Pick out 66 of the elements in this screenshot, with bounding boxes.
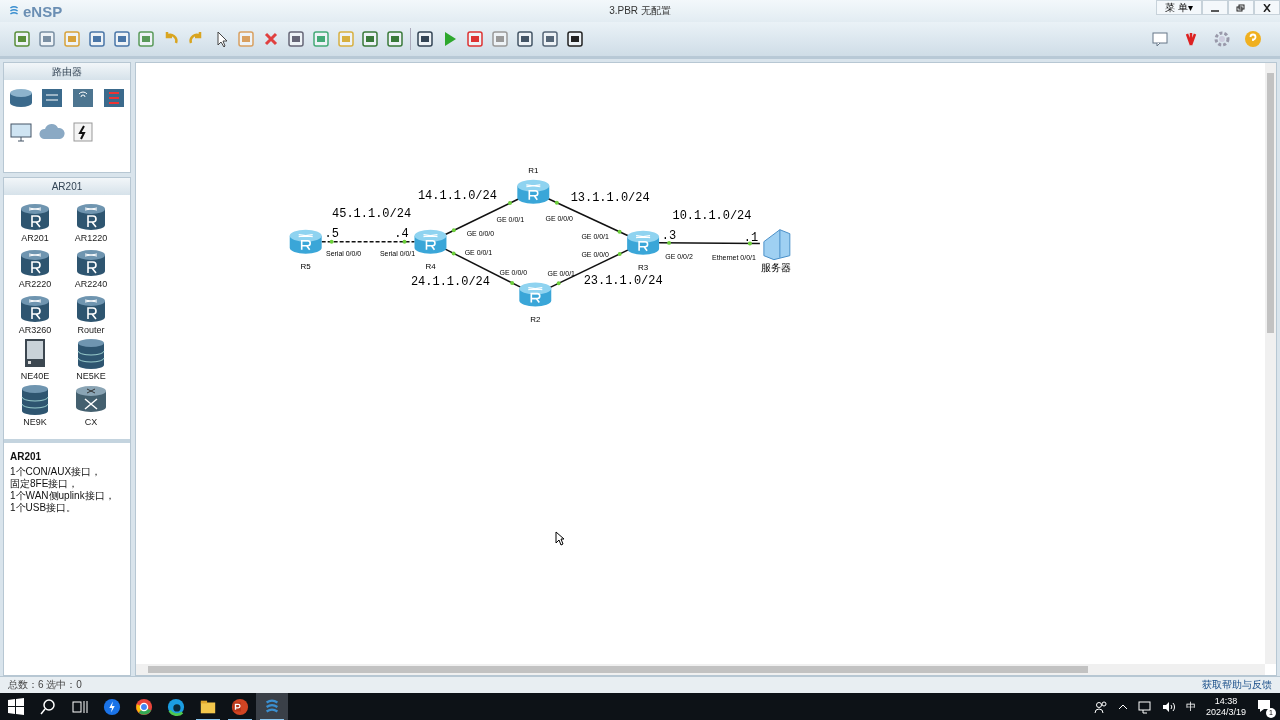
- volume-icon[interactable]: [1161, 700, 1176, 714]
- window-title: 3.PBR 无配置: [609, 5, 671, 16]
- subnet-label: 23.1.1.0/24: [583, 273, 663, 288]
- router-node[interactable]: [517, 179, 550, 204]
- clock-time[interactable]: 14:38: [1214, 696, 1238, 707]
- device-item[interactable]: NE5KE: [75, 337, 107, 381]
- close-button[interactable]: [1254, 0, 1280, 15]
- mouse-cursor-icon: [555, 531, 565, 546]
- people-icon[interactable]: [1093, 700, 1108, 714]
- device-item[interactable]: AR3260: [18, 291, 52, 335]
- clock-date[interactable]: 2024/3/19: [1205, 707, 1246, 718]
- address-label: .3: [661, 228, 677, 243]
- power-category-icon[interactable]: [70, 119, 96, 145]
- device-item[interactable]: NE40E: [19, 337, 51, 381]
- subnet-label: 14.1.1.0/24: [417, 188, 497, 203]
- node-label: R4: [425, 261, 436, 271]
- chevron-up-icon[interactable]: [1117, 702, 1128, 712]
- subnet-label: 13.1.1.0/24: [570, 190, 650, 205]
- network-icon[interactable]: [1137, 700, 1152, 714]
- description-line: 1个CON/AUX接口，: [10, 466, 103, 478]
- address-label: .4: [394, 226, 409, 241]
- description-title: AR201: [10, 451, 43, 462]
- horizontal-scrollbar[interactable]: [136, 664, 1265, 675]
- device-item[interactable]: Router: [75, 291, 107, 335]
- node-label: 服务器: [760, 261, 791, 273]
- node-label: R1: [528, 165, 539, 175]
- ensp-app-icon[interactable]: [256, 693, 288, 720]
- device-item[interactable]: CX: [75, 383, 107, 427]
- ethernet-link[interactable]: [658, 240, 761, 246]
- device-group-title: AR201: [4, 178, 130, 195]
- minimize-button[interactable]: [1202, 0, 1228, 15]
- address-label: .5: [324, 226, 339, 241]
- router-node[interactable]: [627, 230, 660, 255]
- stop-icon[interactable]: [465, 29, 486, 49]
- serial-link[interactable]: [320, 239, 416, 244]
- restore-button[interactable]: [1228, 0, 1254, 15]
- status-counts: 总数：6 选中：0: [8, 678, 82, 692]
- close-icon: [1262, 3, 1272, 12]
- vertical-scrollbar[interactable]: [1265, 63, 1276, 664]
- help-feedback-link[interactable]: 获取帮助与反馈: [1202, 678, 1272, 692]
- router-node[interactable]: [519, 282, 552, 307]
- device-item[interactable]: NE9K: [19, 383, 51, 427]
- notification-icon[interactable]: [1256, 698, 1272, 714]
- app-name: eNSP: [23, 2, 63, 20]
- description-line: 1个USB接口。: [10, 502, 78, 514]
- description-line: 固定8FE接口，: [10, 478, 80, 490]
- router-node[interactable]: [289, 229, 322, 254]
- minimize-icon: [1211, 9, 1219, 12]
- device-item[interactable]: AR1220: [74, 199, 108, 243]
- router-node[interactable]: [414, 229, 447, 254]
- address-label: .1: [743, 230, 759, 245]
- description-line: 1个WAN侧uplink接口，: [10, 490, 116, 502]
- subnet-label: 24.1.1.0/24: [410, 274, 490, 289]
- input-method-indicator[interactable]: 中: [1185, 700, 1196, 714]
- device-item[interactable]: AR2240: [74, 245, 108, 289]
- node-label: R2: [530, 314, 541, 324]
- node-label: R5: [300, 261, 311, 271]
- category-title: 路由器: [4, 63, 130, 80]
- device-item[interactable]: AR201: [19, 199, 51, 243]
- device-item[interactable]: AR2220: [18, 245, 52, 289]
- server-node[interactable]: [763, 229, 791, 261]
- subnet-label: 10.1.1.0/24: [672, 208, 752, 223]
- menu-button[interactable]: 菜 单▾: [1155, 0, 1202, 15]
- node-label: R3: [638, 262, 649, 272]
- restore-icon: [1236, 3, 1246, 12]
- subnet-label: 45.1.1.0/24: [332, 206, 412, 221]
